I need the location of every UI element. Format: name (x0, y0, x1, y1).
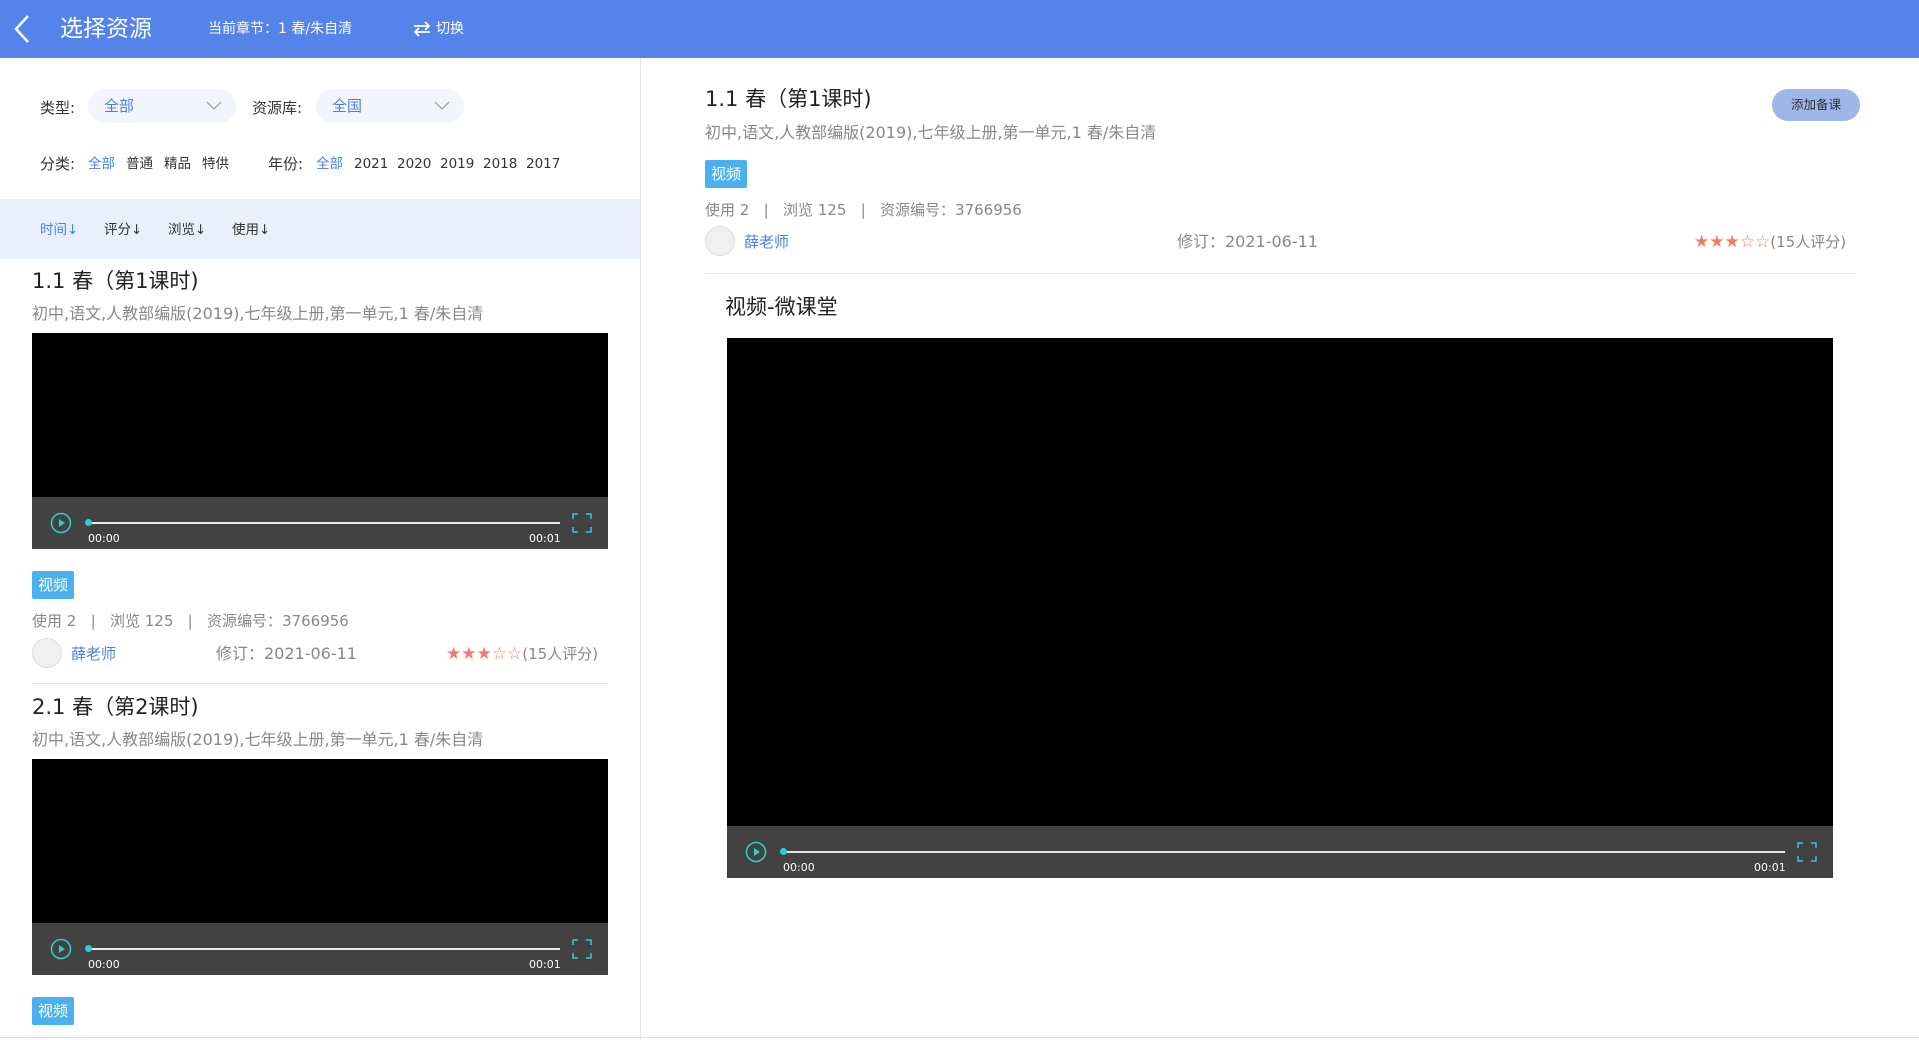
sort-by-usage[interactable]: 使用↓ (232, 221, 270, 239)
fullscreen-icon[interactable] (1797, 842, 1817, 862)
rating-count: (15人评分) (522, 645, 599, 663)
library-label: 资源库: (252, 99, 303, 117)
progress-track[interactable] (783, 851, 1785, 853)
switch-button[interactable]: 切换 (412, 18, 464, 40)
star-empty-icon: ☆ (1739, 232, 1755, 252)
resource-stats: 使用 2 | 浏览 125 | 资源编号：3766956 (32, 612, 349, 630)
section-title: 视频-微课堂 (725, 295, 838, 319)
resource-stats: 使用 2 | 浏览 125 | 资源编号：3766956 (705, 201, 1022, 219)
video-controls: 00:00 00:01 (32, 497, 608, 549)
resource-list-panel: 类型: 全部 资源库: 全国 分类: 全部 普通 精品 特供 年份: 全部 20… (0, 58, 640, 1040)
category-option-premium[interactable]: 精品 (164, 155, 191, 173)
detail-path: 初中,语文,人教部编版(2019),七年级上册,第一单元,1 春/朱自清 (705, 123, 1157, 142)
duration: 00:01 (1754, 861, 1786, 874)
resource-title: 2.1 春（第2课时) (32, 695, 199, 719)
star-filled-icon: ★ (476, 644, 492, 664)
chevron-down-icon (434, 101, 450, 111)
type-label: 类型: (40, 99, 76, 117)
star-empty-icon: ☆ (507, 644, 523, 664)
star-empty-icon: ☆ (491, 644, 507, 664)
video-controls: 00:00 00:01 (727, 826, 1833, 878)
swap-icon (413, 21, 431, 37)
video-player[interactable]: 00:00 00:01 (32, 333, 608, 549)
library-select-value: 全国 (332, 97, 363, 115)
top-bar: 选择资源 当前章节：1 春/朱自清 切换 (0, 0, 1919, 58)
resource-path: 初中,语文,人教部编版(2019),七年级上册,第一单元,1 春/朱自清 (32, 304, 484, 323)
year-option-2017[interactable]: 2017 (526, 155, 560, 173)
category-option-normal[interactable]: 普通 (126, 155, 153, 173)
revised-date: 修订：2021-06-11 (1177, 232, 1318, 251)
star-filled-icon: ★ (446, 644, 462, 664)
year-option-all[interactable]: 全部 (316, 155, 343, 173)
resource-detail-panel: 1.1 春（第1课时) 添加备课 初中,语文,人教部编版(2019),七年级上册… (641, 58, 1919, 1040)
type-select-value: 全部 (104, 97, 135, 115)
progress-knob[interactable] (85, 945, 92, 952)
detail-title: 1.1 春（第1课时) (705, 87, 872, 111)
current-time: 00:00 (88, 958, 120, 971)
sort-bar: 时间↓ 评分↓ 浏览↓ 使用↓ (0, 199, 640, 259)
category-option-all[interactable]: 全部 (88, 155, 115, 173)
rating: ★ ★ ★ ☆ ☆ (15人评分) (1694, 232, 1846, 252)
avatar (32, 638, 62, 668)
star-filled-icon: ★ (1724, 232, 1740, 252)
rating: ★ ★ ★ ☆ ☆ (15人评分) (446, 644, 598, 664)
rating-count: (15人评分) (1770, 233, 1847, 251)
teacher-name[interactable]: 薛老师 (744, 232, 789, 252)
current-chapter: 当前章节：1 春/朱自清 (208, 21, 353, 37)
resource-path: 初中,语文,人教部编版(2019),七年级上册,第一单元,1 春/朱自清 (32, 730, 484, 749)
star-filled-icon: ★ (1709, 232, 1725, 252)
duration: 00:01 (529, 532, 561, 545)
sort-by-rating[interactable]: 评分↓ (104, 221, 142, 239)
year-option-2018[interactable]: 2018 (483, 155, 517, 173)
revised-date: 修订：2021-06-11 (216, 644, 357, 663)
sort-by-time[interactable]: 时间↓ (40, 221, 78, 239)
star-filled-icon: ★ (461, 644, 477, 664)
chevron-down-icon (206, 101, 222, 111)
type-select[interactable]: 全部 (88, 89, 236, 123)
type-tag: 视频 (32, 571, 75, 599)
progress-knob[interactable] (85, 519, 92, 526)
chevron-left-icon (14, 15, 29, 43)
progress-track[interactable] (88, 948, 560, 950)
library-select[interactable]: 全国 (316, 89, 464, 123)
sort-by-views[interactable]: 浏览↓ (168, 221, 206, 239)
divider (705, 273, 1857, 274)
progress-track[interactable] (88, 522, 560, 524)
resource-title: 1.1 春（第1课时) (32, 269, 199, 293)
add-to-lesson-button[interactable]: 添加备课 (1772, 89, 1860, 121)
year-label: 年份: (268, 155, 304, 173)
play-icon[interactable] (745, 841, 767, 863)
back-button[interactable] (14, 14, 30, 44)
year-option-2020[interactable]: 2020 (397, 155, 431, 173)
star-filled-icon: ★ (1694, 232, 1710, 252)
category-label: 分类: (40, 155, 76, 173)
fullscreen-icon[interactable] (572, 513, 592, 533)
year-option-2021[interactable]: 2021 (354, 155, 388, 173)
star-empty-icon: ☆ (1755, 232, 1771, 252)
year-option-2019[interactable]: 2019 (440, 155, 474, 173)
divider (32, 683, 608, 684)
type-tag: 视频 (705, 160, 748, 188)
progress-knob[interactable] (780, 848, 787, 855)
switch-label: 切换 (436, 21, 464, 37)
page-title: 选择资源 (60, 16, 152, 42)
play-icon[interactable] (50, 512, 72, 534)
current-time: 00:00 (783, 861, 815, 874)
fullscreen-icon[interactable] (572, 939, 592, 959)
play-icon[interactable] (50, 938, 72, 960)
video-controls: 00:00 00:01 (32, 923, 608, 975)
type-tag: 视频 (32, 997, 75, 1025)
bottom-border (0, 1037, 1919, 1038)
avatar (705, 226, 735, 256)
video-player[interactable]: 00:00 00:01 (727, 338, 1833, 878)
teacher-name[interactable]: 薛老师 (71, 644, 116, 664)
category-option-special[interactable]: 特供 (202, 155, 229, 173)
current-time: 00:00 (88, 532, 120, 545)
video-player[interactable]: 00:00 00:01 (32, 759, 608, 975)
duration: 00:01 (529, 958, 561, 971)
